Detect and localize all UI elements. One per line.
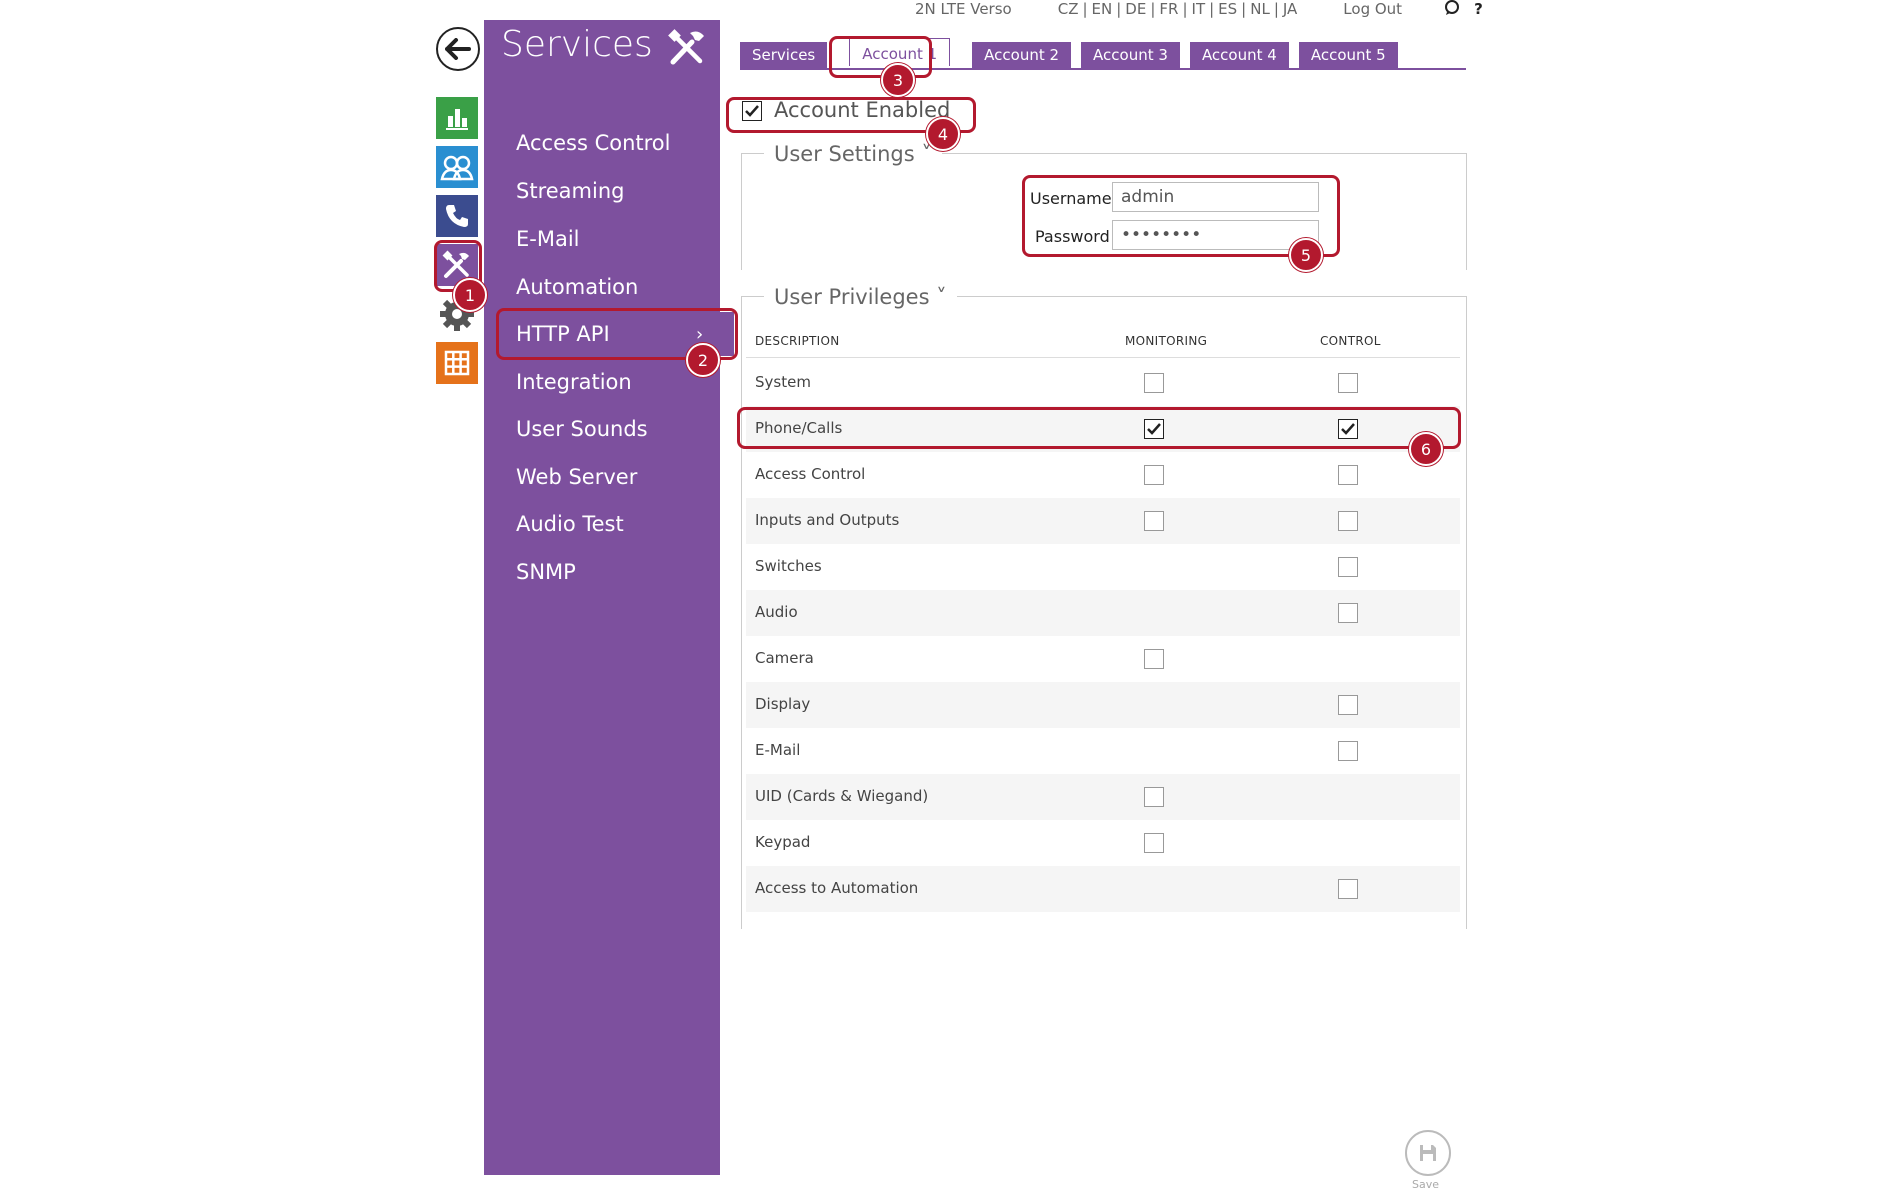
privilege-label-system: System <box>755 373 811 391</box>
privilege-label-camera: Camera <box>755 649 814 667</box>
sidebar-item-email[interactable]: E-Mail <box>516 227 580 251</box>
lang-de[interactable]: DE <box>1125 0 1146 18</box>
annotation-badge-5: 5 <box>1289 238 1323 272</box>
control-checkbox-audio[interactable] <box>1338 603 1358 623</box>
sidebar-item-access-control[interactable]: Access Control <box>516 131 670 155</box>
monitoring-column-header: MONITORING <box>1125 334 1208 348</box>
privilege-label-access-control: Access Control <box>755 465 866 483</box>
control-checkbox-display[interactable] <box>1338 695 1358 715</box>
device-name: 2N LTE Verso <box>915 0 1012 18</box>
lang-ja[interactable]: JA <box>1283 0 1297 18</box>
annotation-badge-3: 3 <box>881 63 915 97</box>
monitoring-checkbox-camera[interactable] <box>1144 649 1164 669</box>
control-checkbox-switches[interactable] <box>1338 557 1358 577</box>
back-button[interactable] <box>436 27 480 71</box>
sidebar-item-streaming[interactable]: Streaming <box>516 179 624 203</box>
save-label: Save <box>1412 1178 1440 1191</box>
privilege-label-keypad: Keypad <box>755 833 811 851</box>
annotation-badge-4: 4 <box>926 117 960 151</box>
sidebar-item-audio-test[interactable]: Audio Test <box>516 512 624 536</box>
control-checkbox-access-control[interactable] <box>1338 465 1358 485</box>
hardware-nav-button[interactable] <box>436 195 478 237</box>
monitoring-checkbox-access-control[interactable] <box>1144 465 1164 485</box>
user-settings-title[interactable]: User Settings ˅ <box>764 142 942 166</box>
lang-it[interactable]: IT <box>1192 0 1206 18</box>
directory-nav-button[interactable] <box>436 146 478 188</box>
logout-link[interactable]: Log Out <box>1343 0 1402 22</box>
privilege-label-uid-cards-wiegand: UID (Cards & Wiegand) <box>755 787 929 805</box>
save-button[interactable] <box>1405 1130 1451 1176</box>
control-checkbox-system[interactable] <box>1338 373 1358 393</box>
tab-account-5[interactable]: Account 5 <box>1298 42 1398 68</box>
monitoring-checkbox-system[interactable] <box>1144 373 1164 393</box>
annotation-badge-1: 1 <box>453 278 487 312</box>
monitoring-checkbox-keypad[interactable] <box>1144 833 1164 853</box>
user-privileges-title[interactable]: User Privileges ˅ <box>764 285 957 309</box>
tab-account-4[interactable]: Account 4 <box>1189 42 1289 68</box>
highlight-account-1-tab <box>829 36 932 78</box>
table-row <box>746 820 1460 866</box>
grid-icon <box>444 350 470 376</box>
control-checkbox-inputs-and-outputs[interactable] <box>1338 511 1358 531</box>
sidebar-item-user-sounds[interactable]: User Sounds <box>516 417 648 441</box>
table-row <box>746 636 1460 682</box>
description-column-header: DESCRIPTION <box>755 334 840 348</box>
top-bar: 2N LTE Verso CZ | EN | DE | FR | IT | ES | NL | JA Log… <box>915 0 1483 22</box>
control-checkbox-e-mail[interactable] <box>1338 741 1358 761</box>
control-checkbox-access-to-automation[interactable] <box>1338 879 1358 899</box>
privilege-label-access-to-automation: Access to Automation <box>755 879 919 897</box>
monitoring-checkbox-uid-cards-wiegand[interactable] <box>1144 787 1164 807</box>
header-divider <box>746 357 1460 358</box>
privilege-label-display: Display <box>755 695 811 713</box>
status-nav-button[interactable] <box>436 97 478 139</box>
sidebar-item-snmp[interactable]: SNMP <box>516 560 576 584</box>
lang-fr[interactable]: FR <box>1159 0 1178 18</box>
sidebar-item-web-server[interactable]: Web Server <box>516 465 637 489</box>
annotation-badge-2: 2 <box>686 343 720 377</box>
lang-cz[interactable]: CZ <box>1058 0 1079 18</box>
sidebar-item-integration[interactable]: Integration <box>516 370 632 394</box>
control-column-header: CONTROL <box>1320 334 1381 348</box>
privilege-label-e-mail: E-Mail <box>755 741 801 759</box>
chat-icon[interactable] <box>1444 0 1460 22</box>
users-icon <box>440 155 474 181</box>
tab-account-2[interactable]: Account 2 <box>972 42 1072 68</box>
sidebar-item-automation[interactable]: Automation <box>516 275 638 299</box>
highlight-phone-calls-row <box>737 407 1461 449</box>
phone-icon <box>446 205 468 227</box>
arrow-left-icon <box>445 38 471 60</box>
chart-icon <box>446 109 468 130</box>
lang-en[interactable]: EN <box>1092 0 1113 18</box>
tab-services[interactable]: Services <box>740 42 828 68</box>
language-selector: CZ | EN | DE | FR | IT | ES | NL | JA <box>1057 0 1298 18</box>
save-icon <box>1420 1145 1436 1161</box>
help-icon[interactable]: ? <box>1474 0 1483 22</box>
tab-account-3[interactable]: Account 3 <box>1081 42 1180 68</box>
privilege-label-inputs-and-outputs: Inputs and Outputs <box>755 511 900 529</box>
tools-icon <box>666 27 710 71</box>
sidebar-title: Services <box>501 24 653 65</box>
privilege-label-switches: Switches <box>755 557 822 575</box>
lang-es[interactable]: ES <box>1218 0 1237 18</box>
lang-nl[interactable]: NL <box>1250 0 1270 18</box>
monitoring-checkbox-inputs-and-outputs[interactable] <box>1144 511 1164 531</box>
privilege-label-audio: Audio <box>755 603 798 621</box>
annotation-badge-6: 6 <box>1409 432 1443 466</box>
apps-nav-button[interactable] <box>436 342 478 384</box>
